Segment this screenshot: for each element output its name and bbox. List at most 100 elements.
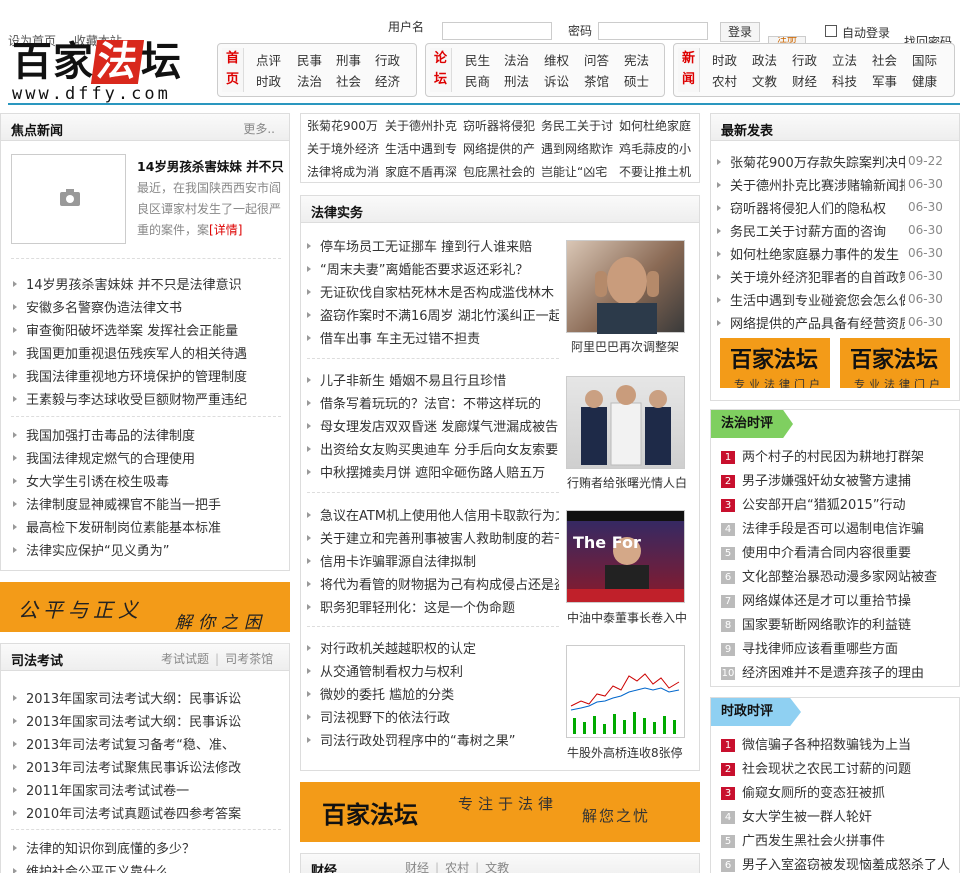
list-item[interactable]: 我国法律重视地方环境保护的管理制度 xyxy=(13,366,283,385)
grid-link[interactable]: 岂能让“凶宅 xyxy=(541,163,607,180)
grid-link[interactable]: 遇到网络欺诈 xyxy=(541,140,613,157)
tab-rural[interactable]: 农村 xyxy=(445,861,469,873)
list-item[interactable]: 窃听器将侵犯人们的隐私权 xyxy=(717,198,905,217)
nav-item[interactable]: 茶馆 xyxy=(584,71,609,90)
nav-item[interactable]: 法治 xyxy=(297,71,322,90)
list-item[interactable]: 2013年国家司法考试大纲：民事诉讼 xyxy=(13,711,283,730)
list-item[interactable]: 4 女大学生被一群人轮奸 xyxy=(721,806,953,825)
list-item[interactable]: 14岁男孩杀害妹妹 并不只是法律意识 xyxy=(13,274,283,293)
list-item[interactable]: 最高检下发研制岗位素能基本标准 xyxy=(13,517,283,536)
list-item[interactable]: 安徽多名警察伪造法律文书 xyxy=(13,297,283,316)
justice-banner[interactable]: 公平与正义 解你之困 xyxy=(0,582,290,632)
focus-news-more-link[interactable]: 更多.. xyxy=(243,120,275,137)
list-item[interactable]: 微妙的委托 尴尬的分类 xyxy=(307,684,559,703)
list-item[interactable]: 出资给女友购买奥迪车 分手后向女友索要 xyxy=(307,439,559,458)
login-button[interactable]: 登录 xyxy=(720,22,760,42)
nav-item[interactable]: 社会 xyxy=(336,71,361,90)
password-input[interactable] xyxy=(598,22,708,40)
list-item[interactable]: 对行政机关越越职权的认定 xyxy=(307,638,559,657)
list-item[interactable]: 盗窃作案时不满16周岁 湖北竹溪纠正一起 xyxy=(307,305,559,324)
grid-link[interactable]: 生活中遇到专 xyxy=(385,140,457,157)
grid-link[interactable]: 法律将成为消 xyxy=(307,163,379,180)
list-item[interactable]: 借车出事 车主无过错不担责 xyxy=(307,328,559,347)
photo-caption[interactable]: 牛股外高桥连收8张停 xyxy=(567,744,683,761)
list-item[interactable]: 信用卡诈骗罪源自法律拟制 xyxy=(307,551,559,570)
nav-item[interactable]: 行政 xyxy=(375,50,400,69)
list-item[interactable]: 将代为看管的财物据为己有构成侵占还是盗 xyxy=(307,574,559,593)
list-item[interactable]: 关于建立和完善刑事被害人救助制度的若干 xyxy=(307,528,559,547)
tab-finance[interactable]: 财经 xyxy=(405,861,429,873)
grid-link[interactable]: 包庇黑社会的 xyxy=(463,163,535,180)
nav-item[interactable]: 时政 xyxy=(256,71,281,90)
grid-link[interactable]: 家庭不盾再深 xyxy=(385,163,457,180)
grid-link[interactable]: 务民工关于讨 xyxy=(541,117,613,134)
list-item[interactable]: 审查衡阳破坏选举案 发挥社会正能量 xyxy=(13,320,283,339)
list-item[interactable]: 王素毅与李达球收受巨额财物严重违纪 xyxy=(13,389,283,408)
list-item[interactable]: 维护社会公平正义靠什么 xyxy=(13,861,283,873)
nav-item[interactable]: 行政 xyxy=(792,50,817,69)
list-item[interactable]: 关于德州扑克比赛涉赌输新闻报 xyxy=(717,175,905,194)
auto-login-checkbox[interactable] xyxy=(825,25,837,37)
list-item[interactable]: 生活中遇到专业碰瓷您会怎么做 xyxy=(717,290,905,309)
list-item[interactable]: 2013年司法考试聚焦民事诉讼法修改 xyxy=(13,757,283,776)
list-item[interactable]: 法律制度显神威裸官不能当一把手 xyxy=(13,494,283,513)
photo-caption[interactable]: 行贿者给张曙光情人白 xyxy=(567,474,687,491)
list-item[interactable]: 司法行政处罚程序中的“毒树之果” xyxy=(307,730,559,749)
list-item[interactable]: 2 社会现状之农民工讨薪的问题 xyxy=(721,758,953,777)
list-item[interactable]: 中秋摆摊卖月饼 遮阳伞砸伤路人赔五万 xyxy=(307,462,559,481)
grid-link[interactable]: 张菊花900万 xyxy=(307,117,378,134)
nav-item[interactable]: 经济 xyxy=(375,71,400,90)
list-item[interactable]: 儿子非新生 婚姻不易且行且珍惜 xyxy=(307,370,559,389)
list-item[interactable]: 8 国家要斩断网络歌诈的利益链 xyxy=(721,614,953,633)
nav-item[interactable]: 民事 xyxy=(297,50,322,69)
nav-item[interactable]: 财经 xyxy=(792,71,817,90)
nav-item[interactable]: 科技 xyxy=(832,71,857,90)
list-item[interactable]: 1 微信骗子各种招数骗钱为上当 xyxy=(721,734,953,753)
nav-item[interactable]: 宪法 xyxy=(624,50,649,69)
list-item[interactable]: 3 公安部开启“猎狐2015”行动 xyxy=(721,494,953,513)
nav-item[interactable]: 民商 xyxy=(465,71,490,90)
username-input[interactable] xyxy=(442,22,552,40)
list-item[interactable]: 2010年司法考试真题试卷四参考答案 xyxy=(13,803,283,822)
feature-headline[interactable]: 14岁男孩杀害妹妹 并不只 xyxy=(137,156,284,175)
nav-item[interactable]: 农村 xyxy=(712,71,737,90)
list-item[interactable]: 2013年国家司法考试大纲：民事诉讼 xyxy=(13,688,283,707)
grid-link[interactable]: 窃听器将侵犯 xyxy=(463,117,535,134)
nav-item[interactable]: 文教 xyxy=(752,71,777,90)
tab-exam-questions[interactable]: 考试试题 xyxy=(161,652,209,666)
news-photo-2[interactable] xyxy=(566,376,685,469)
photo-caption[interactable]: 阿里巴巴再次调整架 xyxy=(571,338,679,355)
list-item[interactable]: 6 文化部整治暴恐动漫多家网站被查 xyxy=(721,566,953,585)
tab-exam-teahouse[interactable]: 司考茶馆 xyxy=(225,652,273,666)
nav-item[interactable]: 社会 xyxy=(872,50,897,69)
list-item[interactable]: 1 两个村子的村民因为耕地打群架 xyxy=(721,446,953,465)
list-item[interactable]: 4 法律手段是否可以遏制电信诈骗 xyxy=(721,518,953,537)
list-item[interactable]: 张菊花900万存款失踪案判决中 xyxy=(717,152,905,171)
grid-link[interactable]: 网络提供的产 xyxy=(463,140,535,157)
nav-item[interactable]: 维权 xyxy=(544,50,569,69)
nav-item[interactable]: 军事 xyxy=(872,71,897,90)
list-item[interactable]: 我国更加重视退伍残疾军人的相关待遇 xyxy=(13,343,283,362)
nav-item[interactable]: 法治 xyxy=(504,50,529,69)
list-item[interactable]: 法律的知识你到底懂的多少？ xyxy=(13,838,283,857)
feature-image-placeholder[interactable] xyxy=(11,154,126,244)
feature-detail-link[interactable]: [详情] xyxy=(209,223,242,237)
list-item[interactable]: 司法视野下的依法行政 xyxy=(307,707,559,726)
nav-item[interactable]: 刑事 xyxy=(336,50,361,69)
list-item[interactable]: 10 经济困难并不是遗弃孩子的理由 xyxy=(721,662,953,681)
nav-item[interactable]: 问答 xyxy=(584,50,609,69)
list-item[interactable]: 法律实应保护“见义勇为” xyxy=(13,540,283,559)
grid-link[interactable]: 不要让推土机 xyxy=(619,163,691,180)
grid-link[interactable]: 关于境外经济 xyxy=(307,140,379,157)
news-photo-3[interactable]: The For xyxy=(566,510,685,603)
bjft-banner[interactable]: 百家法坛 专注于法律 解您之忧 xyxy=(300,782,700,842)
site-logo[interactable]: 百家法坛 www.dffy.com xyxy=(12,38,212,104)
list-item[interactable]: 2011年国家司法考试试卷一 xyxy=(13,780,283,799)
nav-item[interactable]: 诉讼 xyxy=(544,71,569,90)
list-item[interactable]: 5 使用中介看清合同内容很重要 xyxy=(721,542,953,561)
list-item[interactable]: 无证砍伐自家枯死林木是否构成滥伐林木 xyxy=(307,282,559,301)
grid-link[interactable]: 关于德州扑克 xyxy=(385,117,457,134)
nav-item[interactable]: 刑法 xyxy=(504,71,529,90)
list-item[interactable]: 5 广西发生黑社会火拼事件 xyxy=(721,830,953,849)
nav-item[interactable]: 健康 xyxy=(912,71,937,90)
